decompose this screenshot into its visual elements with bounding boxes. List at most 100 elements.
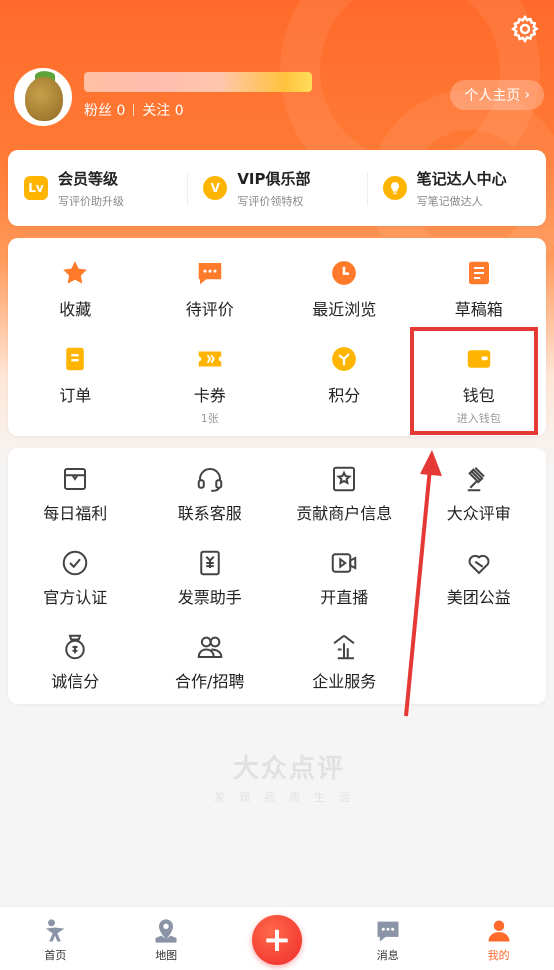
follow-count[interactable]: 关注 0 bbox=[142, 100, 183, 120]
item-label: 钱包 bbox=[462, 386, 495, 405]
tab-label: 我的 bbox=[487, 949, 510, 962]
wallet-icon bbox=[467, 350, 490, 368]
member-title: 会员等级 bbox=[58, 169, 119, 188]
bulb-badge-icon bbox=[382, 176, 407, 200]
quick-access-card: 收藏 待评价 最近浏览 草稿箱 订单 卡券 1张 积分 钱包 进入钱包 bbox=[8, 238, 546, 436]
gavel-icon bbox=[467, 467, 485, 492]
member-subtitle: 写笔记做达人 bbox=[416, 194, 483, 208]
item-label: 开直播 bbox=[320, 588, 369, 607]
recent-browse-item[interactable]: 最近浏览 bbox=[277, 258, 412, 320]
wallet-subtitle: 进入钱包 bbox=[456, 412, 501, 425]
gift-box-icon bbox=[64, 468, 87, 490]
services-row: 每日福利 联系客服 贡献商户信息 大众评审 bbox=[8, 464, 546, 524]
map-icon bbox=[155, 919, 177, 943]
member-card: Lv 会员等级 写评价助升级 V VIP俱乐部 写评价领特权 笔记达人中心 写笔… bbox=[8, 150, 546, 226]
wallet-item[interactable]: 钱包 进入钱包 bbox=[412, 344, 547, 426]
tab-map[interactable]: 地图 bbox=[111, 907, 222, 970]
quick-row: 订单 卡券 1张 积分 钱包 进入钱包 bbox=[8, 344, 546, 426]
official-certification-item[interactable]: 官方认证 bbox=[8, 548, 143, 608]
member-subtitle: 写评价助升级 bbox=[58, 194, 124, 208]
settings-gear-icon[interactable] bbox=[510, 14, 540, 44]
charity-icon bbox=[468, 554, 490, 575]
draft-icon bbox=[468, 261, 489, 285]
tab-profile[interactable]: 我的 bbox=[443, 907, 554, 970]
shop-info-icon bbox=[333, 466, 356, 492]
profile-icon bbox=[488, 920, 510, 942]
tab-label: 地图 bbox=[155, 949, 178, 962]
start-live-item[interactable]: 开直播 bbox=[277, 548, 412, 608]
live-icon bbox=[332, 553, 357, 573]
item-label: 待评价 bbox=[185, 300, 234, 319]
username-blurred bbox=[84, 72, 312, 92]
services-row: 官方认证 发票助手 开直播 美团公益 bbox=[8, 548, 546, 608]
pending-review-item[interactable]: 待评价 bbox=[143, 258, 278, 320]
level-badge-icon: Lv bbox=[24, 176, 48, 200]
daily-benefits-item[interactable]: 每日福利 bbox=[8, 464, 143, 524]
services-card: 每日福利 联系客服 贡献商户信息 大众评审 官方认证 发票助手 开直播 美团公益… bbox=[8, 448, 546, 704]
homepage-button[interactable]: 个人主页 › bbox=[450, 80, 544, 110]
item-label: 美团公益 bbox=[446, 588, 511, 607]
item-label: 草稿箱 bbox=[454, 300, 503, 319]
tab-messages[interactable]: 消息 bbox=[332, 907, 443, 970]
vip-club-entry[interactable]: V VIP俱乐部 写评价领特权 bbox=[187, 168, 366, 209]
order-icon bbox=[66, 347, 84, 371]
item-label: 收藏 bbox=[59, 300, 92, 319]
contribute-merchant-item[interactable]: 贡献商户信息 bbox=[277, 464, 412, 524]
item-label: 大众评审 bbox=[446, 504, 511, 523]
customer-service-item[interactable]: 联系客服 bbox=[143, 464, 278, 524]
coupon-icon bbox=[198, 351, 221, 367]
comment-icon bbox=[198, 263, 221, 285]
item-label: 官方认证 bbox=[43, 588, 108, 607]
homepage-button-label: 个人主页 bbox=[464, 88, 521, 104]
public-review-item[interactable]: 大众评审 bbox=[412, 464, 547, 524]
star-icon bbox=[63, 261, 88, 284]
plus-icon: + bbox=[251, 915, 302, 965]
credit-score-item[interactable]: 诚信分 bbox=[8, 632, 143, 692]
item-label: 诚信分 bbox=[51, 672, 100, 691]
home-icon bbox=[46, 919, 65, 942]
meituan-charity-item[interactable]: 美团公益 bbox=[412, 548, 547, 608]
member-level-entry[interactable]: Lv 会员等级 写评价助升级 bbox=[8, 168, 187, 209]
member-title: VIP俱乐部 bbox=[237, 169, 311, 188]
item-label: 发票助手 bbox=[177, 588, 242, 607]
partner-recruit-item[interactable]: 合作/招聘 bbox=[143, 632, 278, 692]
watermark-logo-text: 大众点评 bbox=[232, 754, 345, 784]
message-icon bbox=[377, 921, 399, 942]
coupons-item[interactable]: 卡券 1张 bbox=[143, 344, 278, 426]
drafts-item[interactable]: 草稿箱 bbox=[412, 258, 547, 320]
tab-home[interactable]: 首页 bbox=[0, 907, 111, 970]
profile-stats: 粉丝 0 关注 0 bbox=[84, 100, 184, 120]
item-label: 合作/招聘 bbox=[175, 672, 245, 691]
note-expert-entry[interactable]: 笔记达人中心 写笔记做达人 bbox=[366, 168, 546, 209]
orders-item[interactable]: 订单 bbox=[8, 344, 143, 426]
bottom-tabbar: 首页 地图 + 消息 我的 bbox=[0, 906, 554, 970]
chevron-right-icon: › bbox=[524, 87, 530, 103]
dianping-watermark: 大众点评 发现品质生活 bbox=[214, 748, 364, 805]
points-item[interactable]: 积分 bbox=[277, 344, 412, 426]
item-label: 贡献商户信息 bbox=[296, 504, 393, 523]
item-label: 每日福利 bbox=[43, 504, 108, 523]
invoice-icon bbox=[200, 550, 220, 576]
partner-icon bbox=[197, 636, 223, 658]
avatar[interactable] bbox=[14, 68, 72, 126]
vip-badge-icon: V bbox=[203, 176, 228, 200]
verified-icon bbox=[63, 550, 88, 576]
tab-label: 消息 bbox=[376, 949, 399, 962]
stats-divider bbox=[133, 104, 135, 116]
favorites-item[interactable]: 收藏 bbox=[8, 258, 143, 320]
coupon-count: 1张 bbox=[200, 412, 219, 425]
invoice-assistant-item[interactable]: 发票助手 bbox=[143, 548, 278, 608]
enterprise-service-item[interactable]: 企业服务 bbox=[277, 632, 412, 692]
item-label: 企业服务 bbox=[312, 672, 377, 691]
clock-icon bbox=[332, 261, 357, 285]
quick-row: 收藏 待评价 最近浏览 草稿箱 bbox=[8, 258, 546, 320]
tab-post[interactable]: + bbox=[222, 907, 333, 970]
member-title: 笔记达人中心 bbox=[416, 169, 507, 188]
credit-icon bbox=[65, 634, 85, 660]
item-label: 联系客服 bbox=[177, 504, 242, 523]
fans-count[interactable]: 粉丝 0 bbox=[84, 100, 125, 120]
enterprise-icon bbox=[333, 634, 355, 660]
item-label: 最近浏览 bbox=[312, 300, 377, 319]
services-row: 诚信分 合作/招聘 企业服务 bbox=[8, 632, 546, 692]
item-label: 订单 bbox=[59, 386, 92, 405]
